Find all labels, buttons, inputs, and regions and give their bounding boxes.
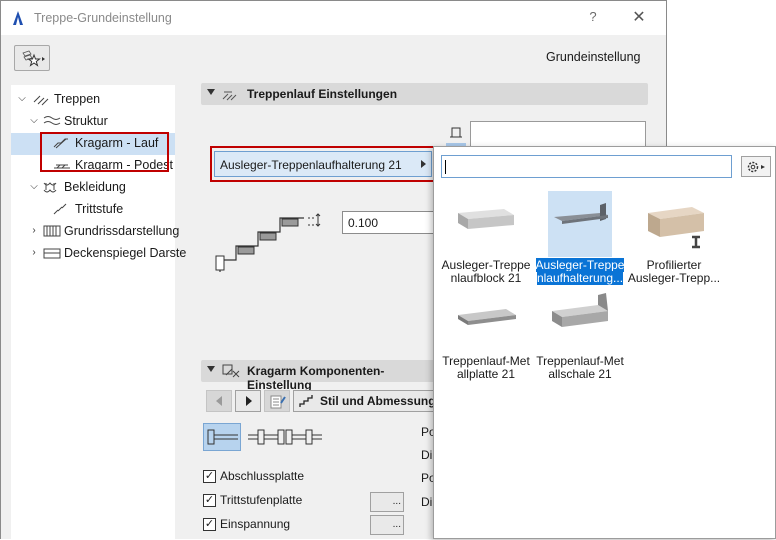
- tile-label-line: nlaufhalterung...: [536, 271, 624, 285]
- selector-value: Ausleger-Treppenlaufhalterung 21: [220, 158, 402, 172]
- collapse-arrow-icon: [207, 89, 215, 95]
- help-button[interactable]: ?: [583, 9, 603, 27]
- check-icon[interactable]: ✓: [203, 494, 216, 507]
- collapse-arrow-icon: [207, 366, 215, 372]
- tree-item-deckenspiegel[interactable]: › Deckenspiegel Darste: [11, 242, 186, 264]
- tree-highlight-frame: [40, 132, 169, 172]
- floor-plan-icon: [43, 225, 61, 237]
- section-kragarm-header[interactable]: Kragarm Komponenten-Einstellung: [201, 360, 437, 392]
- window-title: Treppe-Grundeinstellung: [34, 11, 172, 25]
- tree-item-struktur[interactable]: ⌵ Struktur: [11, 110, 175, 132]
- tile-label-line: Ausleger-Trepp...: [627, 271, 721, 285]
- thickness-input[interactable]: 0.100: [342, 211, 434, 234]
- preset-label: Grundeinstellung: [546, 50, 641, 64]
- next-button[interactable]: [235, 390, 261, 412]
- truncated-label: Di: [421, 495, 433, 509]
- section-treppenlauf-header[interactable]: Treppenlauf Einstellungen: [201, 83, 648, 105]
- close-button[interactable]: ✕: [628, 7, 650, 29]
- triangle-left-icon: [216, 396, 222, 406]
- triangle-right-icon: [421, 160, 426, 168]
- metal-plate-thumbnail: [458, 309, 516, 325]
- chevron-right-icon[interactable]: ›: [29, 226, 39, 236]
- text-cursor: [445, 160, 446, 174]
- section-title: Kragarm Komponenten-Einstellung: [247, 364, 385, 392]
- tile-label-line: nlaufblock 21: [450, 271, 522, 285]
- truncated-label: Di: [421, 448, 433, 462]
- variant-icons: [207, 429, 322, 445]
- bracket-support-thumbnail: [548, 191, 612, 257]
- gear-options-button[interactable]: [741, 156, 771, 177]
- stair-thickness-diagram: [215, 213, 321, 272]
- check-icon[interactable]: ✓: [203, 518, 216, 531]
- chevron-down-icon[interactable]: ⌵: [29, 116, 39, 126]
- gear-icon: [747, 161, 765, 173]
- style-dimensions-tab[interactable]: Stil und Abmessunger: [293, 390, 447, 412]
- ceiling-plan-icon: [43, 248, 61, 259]
- chevron-right-icon[interactable]: ›: [29, 248, 39, 258]
- tree-item-bekleidung[interactable]: ⌵ Bekleidung: [11, 176, 175, 198]
- style-tab-label: Stil und Abmessunger: [320, 394, 447, 408]
- tile-label-line: allplatte 21: [456, 367, 516, 381]
- chevron-down-icon[interactable]: ⌵: [17, 94, 27, 104]
- chevron-down-icon[interactable]: ⌵: [29, 182, 39, 192]
- component-picker-popup: Ausleger-Treppe nlaufblock 21 Ausleger-T…: [433, 146, 776, 539]
- favorites-button[interactable]: [14, 45, 50, 71]
- block-support-thumbnail: [458, 209, 514, 229]
- favorites-star-icon: [22, 50, 45, 67]
- section-title: Treppenlauf Einstellungen: [247, 87, 398, 101]
- component-settings-icon: [222, 364, 240, 378]
- profiled-support-thumbnail: [648, 207, 704, 249]
- stairs-icon: [33, 95, 49, 106]
- title-bar: Treppe-Grundeinstellung ? ✕: [1, 1, 666, 35]
- tree-item-grundrissdarstellung[interactable]: › Grundrissdarstellung: [11, 220, 179, 242]
- metal-shell-thumbnail: [552, 293, 608, 327]
- check-icon[interactable]: ✓: [203, 470, 216, 483]
- previous-button[interactable]: [206, 390, 232, 412]
- stair-style-icon: [299, 395, 313, 407]
- edit-list-icon: [270, 395, 286, 409]
- stair-flight-icon: [222, 91, 237, 101]
- finish-icon: [43, 182, 57, 193]
- edit-component-button[interactable]: [264, 390, 290, 412]
- tile-label-line: allschale 21: [548, 367, 612, 381]
- support-icon: [450, 127, 462, 138]
- tread-plate-settings-button[interactable]: ...: [370, 492, 404, 512]
- search-input[interactable]: [441, 155, 732, 178]
- clamp-settings-button[interactable]: ...: [370, 515, 404, 535]
- tree-item-treppen[interactable]: ⌵ Treppen: [11, 88, 175, 110]
- archicad-app-icon: [13, 11, 23, 25]
- triangle-right-icon: [246, 396, 252, 406]
- structure-icon: [43, 116, 61, 125]
- tree-item-trittstufe[interactable]: Trittstufe: [11, 198, 175, 220]
- component-selector[interactable]: Ausleger-Treppenlaufhalterung 21: [214, 151, 432, 177]
- tread-icon: [53, 203, 67, 215]
